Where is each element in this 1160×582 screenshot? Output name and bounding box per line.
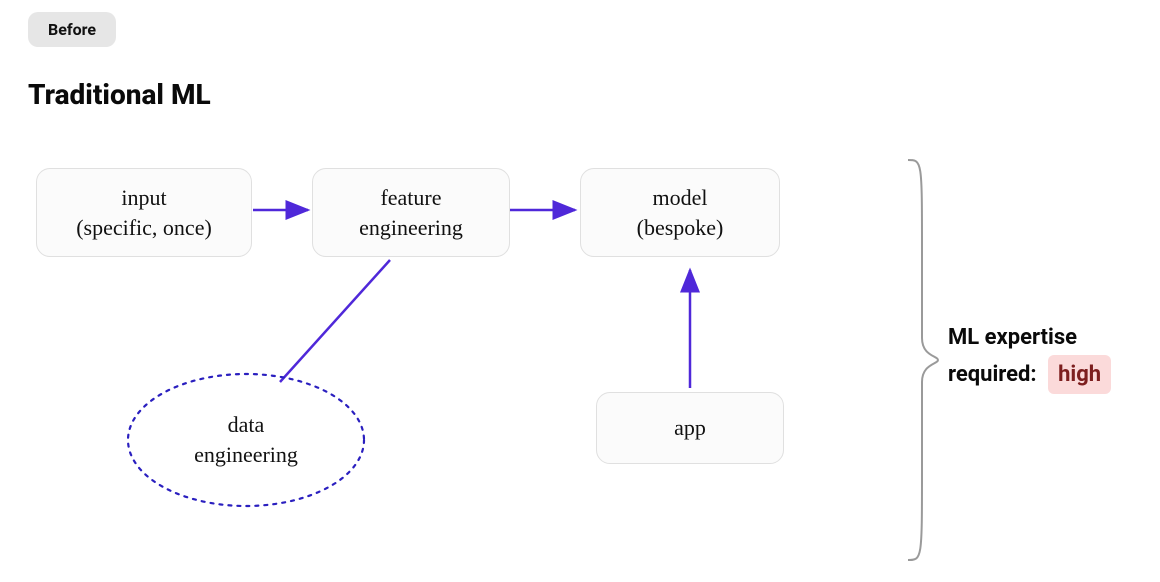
connector-dataeng-to-feature (280, 260, 390, 382)
node-model: model (bespoke) (580, 168, 780, 257)
curly-brace-icon (900, 150, 940, 570)
node-data-engineering: data engineering (126, 370, 366, 510)
node-input: input (specific, once) (36, 168, 252, 257)
expertise-summary: ML expertise required: high (948, 320, 1111, 394)
page-title: Traditional ML (28, 78, 211, 111)
expertise-level-badge: high (1048, 355, 1111, 394)
node-data-engineering-label: data engineering (194, 410, 298, 469)
node-app: app (596, 392, 784, 464)
before-badge: Before (28, 12, 116, 47)
expertise-line1: ML expertise (948, 320, 1111, 355)
expertise-prefix: required: (948, 362, 1037, 387)
expertise-line2: required: high (948, 355, 1111, 394)
diagram-canvas: input (specific, once) feature engineeri… (0, 150, 900, 570)
summary-brace-area: ML expertise required: high (900, 150, 1160, 570)
node-feature-engineering: feature engineering (312, 168, 510, 257)
